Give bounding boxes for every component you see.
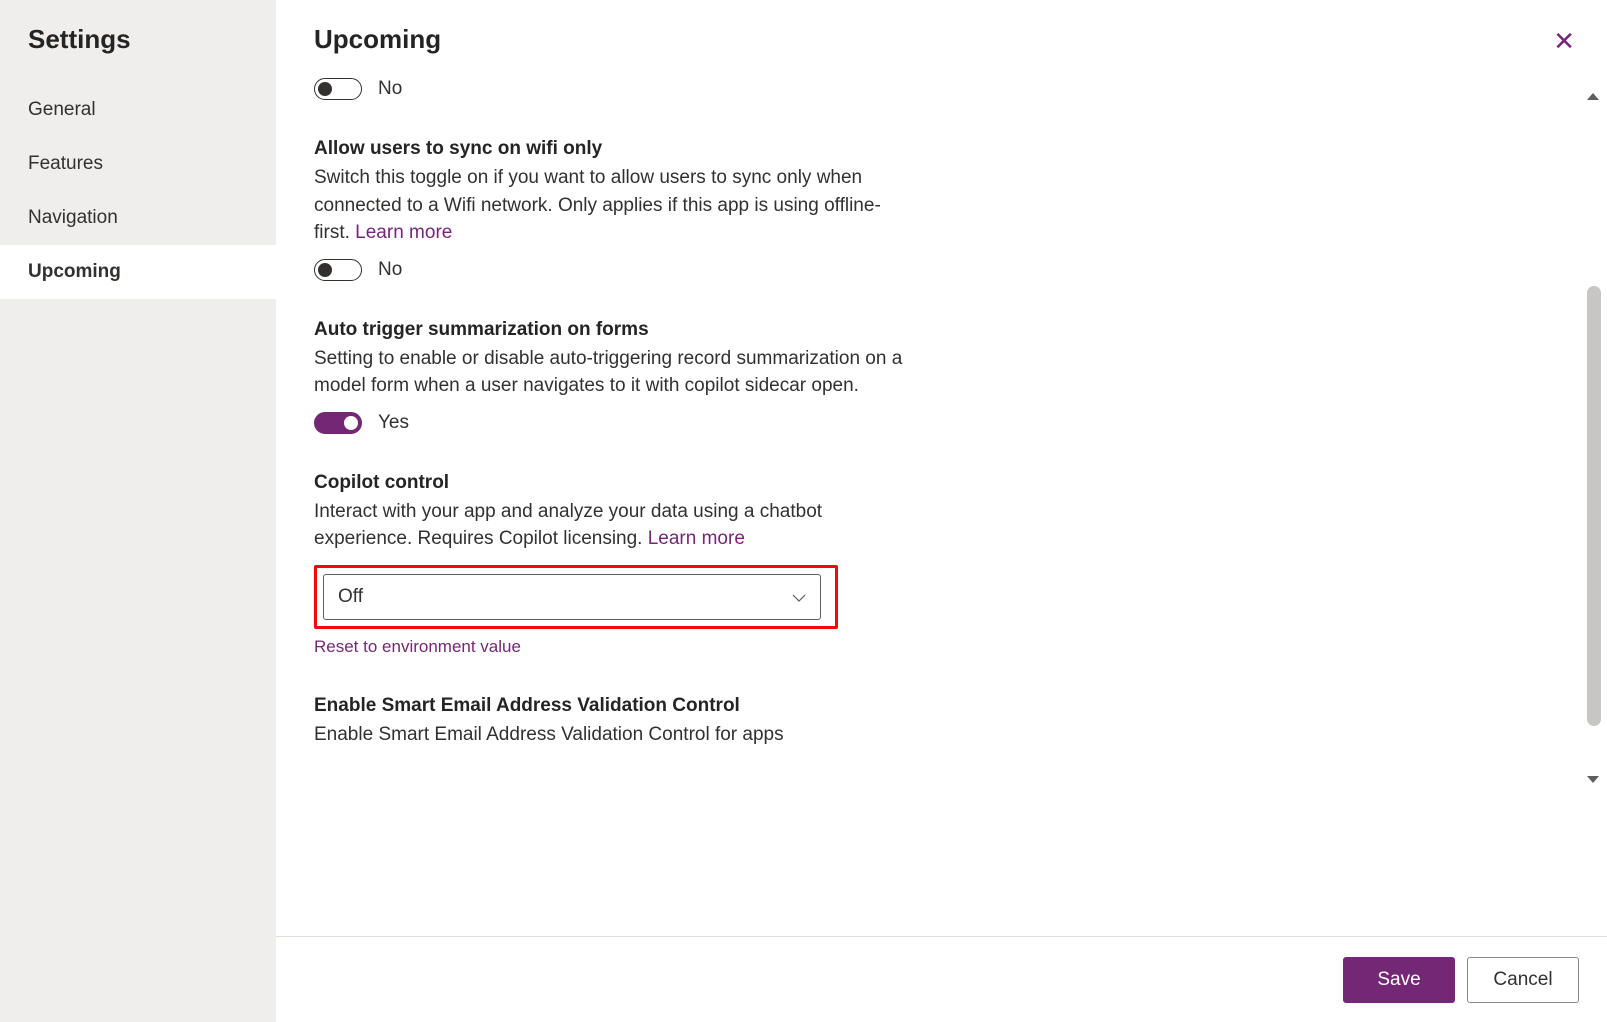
sidebar-item-features[interactable]: Features: [0, 137, 276, 191]
toggle-label: No: [378, 78, 402, 100]
page-title: Upcoming: [314, 24, 441, 55]
sidebar-item-label: Upcoming: [28, 261, 121, 282]
toggle-label: Yes: [378, 412, 409, 434]
toggle-top[interactable]: [314, 78, 362, 100]
scroll-up-button[interactable]: [1583, 86, 1603, 106]
chevron-down-icon: [792, 589, 806, 605]
setting-description: Switch this toggle on if you want to all…: [314, 164, 914, 247]
setting-title: Allow users to sync on wifi only: [314, 138, 914, 160]
setting-description: Setting to enable or disable auto-trigge…: [314, 345, 914, 400]
sidebar-item-label: Navigation: [28, 207, 118, 228]
scrollbar-thumb[interactable]: [1587, 286, 1601, 726]
setting-wifi-sync: Allow users to sync on wifi only Switch …: [314, 138, 914, 281]
sidebar-title: Settings: [0, 24, 276, 83]
sidebar-item-upcoming[interactable]: Upcoming: [0, 245, 276, 299]
footer-bar: Save Cancel: [276, 936, 1607, 1022]
copilot-select[interactable]: Off: [323, 574, 821, 620]
scroll-down-button[interactable]: [1583, 770, 1603, 790]
sidebar-item-general[interactable]: General: [0, 83, 276, 137]
learn-more-link[interactable]: Learn more: [648, 528, 745, 549]
close-icon: ✕: [1553, 26, 1575, 56]
setting-description: Enable Smart Email Address Validation Co…: [314, 721, 914, 749]
close-button[interactable]: ✕: [1549, 24, 1579, 58]
setting-title: Auto trigger summarization on forms: [314, 319, 914, 341]
sidebar-item-label: Features: [28, 153, 103, 174]
toggle-label: No: [378, 259, 402, 281]
main-panel: Upcoming ✕ No Allow users to sync on wif…: [276, 0, 1607, 1022]
cancel-button[interactable]: Cancel: [1467, 957, 1579, 1003]
save-button[interactable]: Save: [1343, 957, 1455, 1003]
setting-description: Interact with your app and analyze your …: [314, 498, 914, 553]
settings-sidebar: Settings General Features Navigation Upc…: [0, 0, 276, 1022]
setting-copilot-control: Copilot control Interact with your app a…: [314, 472, 914, 657]
setting-auto-summarization: Auto trigger summarization on forms Sett…: [314, 319, 914, 434]
select-value: Off: [338, 586, 363, 608]
setting-item-top: No: [314, 78, 914, 100]
copilot-select-highlight: Off: [314, 565, 838, 629]
toggle-wifi-sync[interactable]: [314, 259, 362, 281]
toggle-auto-summarization[interactable]: [314, 412, 362, 434]
reset-to-environment-link[interactable]: Reset to environment value: [314, 637, 521, 657]
sidebar-item-label: General: [28, 99, 96, 120]
setting-smart-email-validation: Enable Smart Email Address Validation Co…: [314, 695, 914, 749]
setting-title: Enable Smart Email Address Validation Co…: [314, 695, 914, 717]
sidebar-item-navigation[interactable]: Navigation: [0, 191, 276, 245]
learn-more-link[interactable]: Learn more: [355, 222, 452, 243]
setting-title: Copilot control: [314, 472, 914, 494]
